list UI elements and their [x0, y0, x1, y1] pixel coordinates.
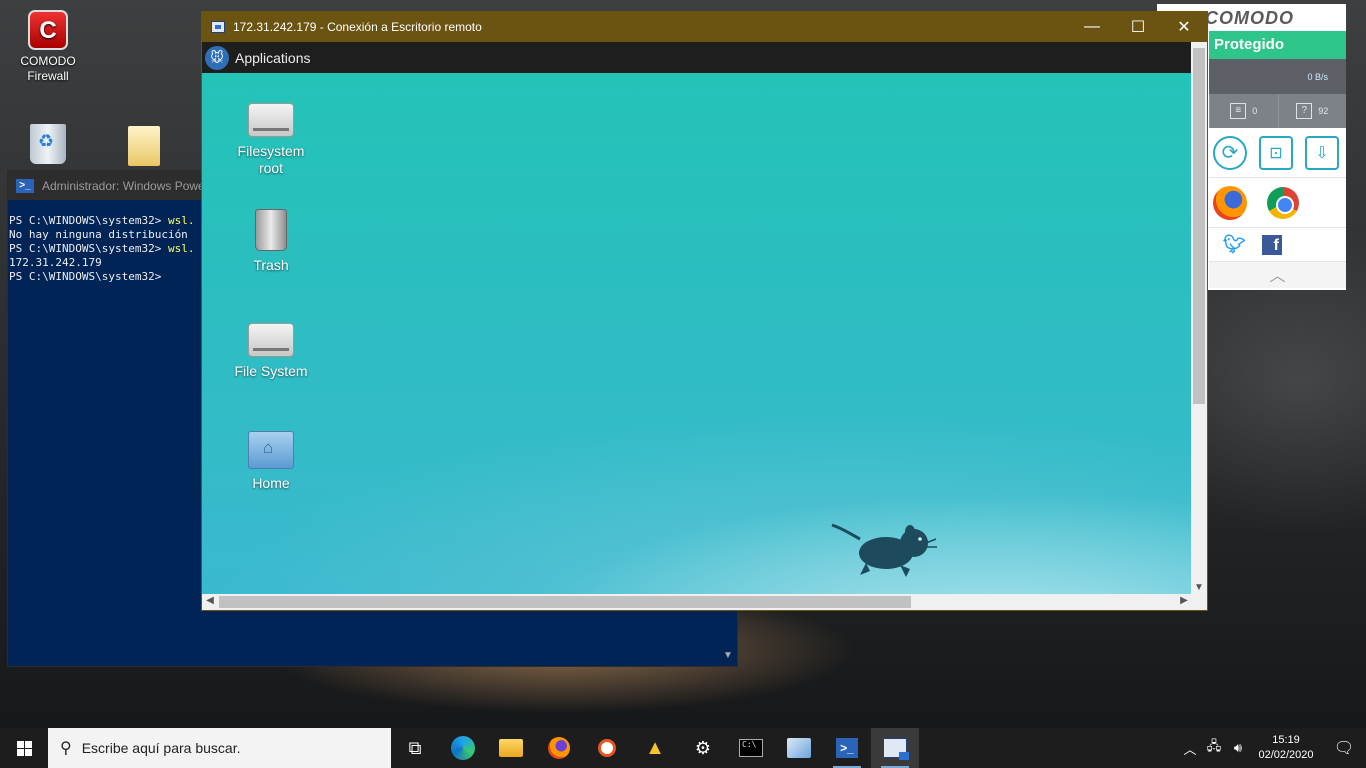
comodo-social: 🐦︎ f [1209, 228, 1346, 262]
network-app-icon [787, 738, 811, 758]
home-folder-icon [248, 431, 294, 469]
windows-logo-icon [16, 740, 32, 756]
comodo-counters: ≡ 0 ? 92 [1209, 94, 1346, 128]
search-icon: ⚲ [60, 740, 72, 757]
trash-icon [255, 209, 287, 251]
minimize-button[interactable]: — [1069, 12, 1115, 42]
taskbar-remote-desktop[interactable] [871, 728, 919, 768]
powershell-icon: >_ [16, 178, 34, 193]
tasks-counter[interactable]: ≡ 0 [1209, 94, 1278, 128]
taskbar-firefox[interactable] [535, 728, 583, 768]
warning-triangle-icon: ▲ [645, 736, 665, 759]
desktop-icon-recycle-bin[interactable] [8, 124, 88, 164]
scroll-right-arrow[interactable]: ▶ [1176, 595, 1192, 606]
chrome-icon[interactable] [1267, 186, 1299, 219]
unlock-icon[interactable]: ⊡ [1259, 135, 1293, 170]
remote-desktop-icon [211, 21, 225, 33]
clock-time: 15:19 [1272, 734, 1300, 746]
task-view-icon: ⧉ [408, 737, 422, 758]
taskbar-terminal[interactable]: C:\ [727, 728, 775, 768]
close-button[interactable]: ✕ [1161, 12, 1207, 42]
firefox-icon[interactable] [1213, 185, 1247, 220]
refresh-icon[interactable]: ⟳ [1213, 135, 1247, 170]
terminal-icon: C:\ [739, 739, 763, 757]
start-button[interactable] [0, 728, 48, 768]
clock[interactable]: 15:19 02/02/2020 [1250, 733, 1322, 763]
file-explorer-icon [499, 739, 523, 757]
gear-icon: ⚙ [694, 737, 712, 758]
traffic-speed: 0 B/s [1209, 59, 1346, 94]
protection-status: Protegido [1209, 31, 1346, 59]
list-icon: ≡ [1230, 103, 1247, 119]
desktop-icon-file-shortcut[interactable] [104, 126, 184, 166]
xfce-top-panel: 🐭︎ Applications [202, 42, 1192, 73]
usb-drive-icon [248, 103, 294, 137]
taskbar-network-app[interactable] [775, 728, 823, 768]
rdp-titlebar[interactable]: 172.31.242.179 - Conexión a Escritorio r… [202, 12, 1207, 42]
xfce-mouse-logo-icon [831, 523, 937, 577]
collapse-chevron-icon[interactable]: ︿ [1209, 262, 1346, 288]
rdp-horizontal-scrollbar[interactable]: ◀ ▶ [202, 594, 1192, 610]
scroll-down-arrow[interactable]: ▼ [721, 650, 735, 664]
applications-menu[interactable]: Applications [235, 50, 311, 66]
desktop-icon-file-system[interactable]: File System [221, 323, 321, 380]
xfce-desktop[interactable]: Filesystem root Trash File System Home [202, 73, 1192, 595]
powershell-icon: >_ [836, 738, 858, 758]
desktop-icon-filesystem-root[interactable]: Filesystem root [221, 103, 321, 177]
twitter-icon[interactable]: 🐦︎ [1223, 234, 1246, 255]
desktop-icon-comodo-firewall[interactable]: C COMODO Firewall [8, 10, 88, 84]
taskbar-settings[interactable]: ⚙ [679, 728, 727, 768]
scroll-down-arrow[interactable]: ▼ [1191, 582, 1207, 593]
search-placeholder: Escribe aquí para buscar. [81, 740, 241, 756]
xfce-mouse-icon[interactable]: 🐭︎ [205, 45, 229, 70]
facebook-icon[interactable]: f [1261, 234, 1282, 255]
taskbar-warning-app[interactable]: ▲ [631, 728, 679, 768]
hard-drive-icon [248, 323, 294, 357]
clock-date: 02/02/2020 [1258, 749, 1314, 761]
rdp-vertical-scrollbar[interactable]: ▼ [1191, 42, 1207, 595]
scroll-left-arrow[interactable]: ◀ [202, 595, 218, 606]
taskbar-edge[interactable] [439, 728, 487, 768]
powershell-title: Administrador: Windows Powe [42, 178, 205, 193]
taskbar-search-box[interactable]: ⚲ Escribe aquí para buscar. [48, 728, 391, 768]
task-view-button[interactable]: ⧉ [391, 728, 439, 768]
desktop-icon-home[interactable]: Home [221, 431, 321, 492]
maximize-button[interactable]: ☐ [1115, 12, 1161, 42]
edge-icon [451, 736, 475, 760]
taskbar-powershell[interactable]: >_ [823, 728, 871, 768]
horizontal-scroll-thumb[interactable] [219, 596, 911, 608]
network-icon[interactable]: 🖧︎ [1202, 737, 1226, 759]
recycle-bin-icon [30, 124, 66, 164]
desktop-icon-label: COMODO Firewall [20, 54, 76, 83]
taskbar: ⚲ Escribe aquí para buscar. ⧉ ▲ ⚙ C:\ >_… [0, 728, 1366, 768]
question-icon: ? [1296, 103, 1313, 119]
comodo-tools: ⟳ ⊡ ⇩ [1209, 128, 1346, 178]
firefox-icon [548, 737, 570, 759]
vertical-scroll-thumb[interactable] [1193, 48, 1205, 404]
ubuntu-icon [598, 739, 616, 757]
chevron-up-icon[interactable]: ︿ [1178, 739, 1202, 758]
rdp-window-title: 172.31.242.179 - Conexión a Escritorio r… [233, 20, 482, 34]
remote-desktop-window[interactable]: 172.31.242.179 - Conexión a Escritorio r… [201, 11, 1208, 611]
taskbar-file-explorer[interactable] [487, 728, 535, 768]
taskbar-ubuntu[interactable] [583, 728, 631, 768]
comodo-browsers [1209, 178, 1346, 228]
unknown-files-counter[interactable]: ? 92 [1277, 94, 1347, 128]
remote-desktop-icon [883, 738, 909, 760]
system-tray: ︿ 🖧︎ 🔊︎ 15:19 02/02/2020 🗨︎ [1178, 728, 1366, 768]
notifications-icon[interactable]: 🗨︎ [1322, 738, 1366, 758]
desktop-icon-trash[interactable]: Trash [221, 209, 321, 274]
volume-icon[interactable]: 🔊︎ [1226, 740, 1250, 756]
comodo-firewall-icon: C [28, 10, 68, 50]
file-shortcut-icon [128, 126, 160, 166]
download-box-icon[interactable]: ⇩ [1305, 135, 1339, 170]
